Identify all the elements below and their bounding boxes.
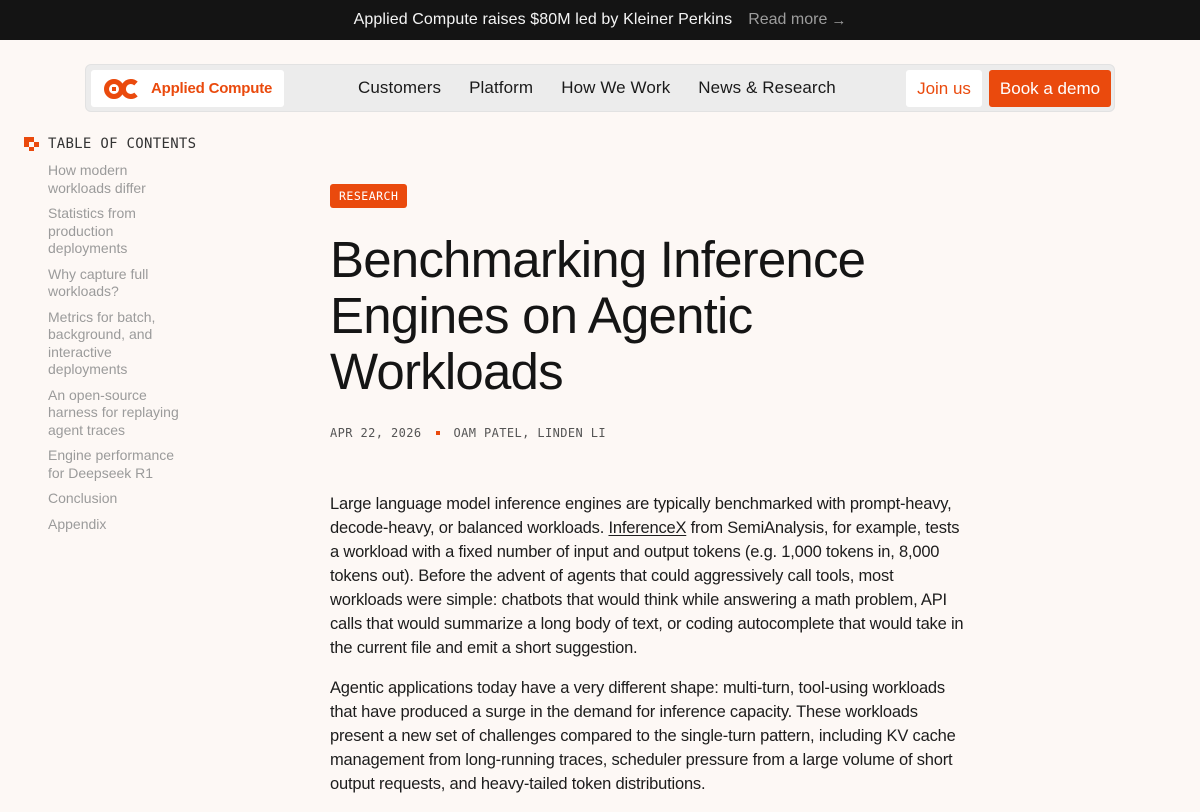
toc-title: TABLE OF CONTENTS bbox=[48, 136, 197, 152]
toc-item-modern-workloads[interactable]: How modern workloads differ bbox=[48, 162, 184, 197]
toc-list: How modern workloads differ Statistics f… bbox=[24, 162, 184, 533]
category-badge: RESEARCH bbox=[330, 184, 408, 208]
toc-item-conclusion[interactable]: Conclusion bbox=[48, 490, 184, 508]
nav-link-customers[interactable]: Customers bbox=[358, 78, 441, 98]
toc-header: TABLE OF CONTENTS bbox=[24, 136, 224, 152]
meta-separator bbox=[435, 431, 440, 435]
toc-item-harness[interactable]: An open-source harness for replaying age… bbox=[48, 387, 184, 440]
article-meta: APR 22, 2026 OAM PATEL, LINDEN LI bbox=[330, 426, 970, 440]
article: RESEARCH Benchmarking Inference Engines … bbox=[330, 184, 970, 812]
read-more-label: Read more bbox=[748, 11, 828, 28]
top-nav: Applied Compute Customers Platform How W… bbox=[85, 64, 1115, 112]
paragraph: Large language model inference engines a… bbox=[330, 492, 970, 660]
article-date: APR 22, 2026 bbox=[330, 426, 422, 440]
arrow-right-icon: → bbox=[831, 11, 847, 29]
announcement-message: Applied Compute raises $80M led by Klein… bbox=[353, 11, 733, 28]
applied-compute-logo-icon bbox=[104, 78, 138, 99]
nav-link-news-research[interactable]: News & Research bbox=[698, 78, 836, 98]
article-authors: OAM PATEL, LINDEN LI bbox=[453, 426, 606, 440]
logo-text: Applied Compute bbox=[151, 80, 273, 97]
toc-pixel-icon bbox=[24, 137, 39, 151]
toc-item-metrics[interactable]: Metrics for batch, background, and inter… bbox=[48, 309, 184, 379]
paragraph-text-end: from SemiAnalysis, for example, tests a … bbox=[330, 519, 964, 657]
article-body: Large language model inference engines a… bbox=[330, 492, 970, 796]
book-demo-button[interactable]: Book a demo bbox=[989, 70, 1111, 107]
logo-link[interactable]: Applied Compute bbox=[91, 70, 284, 107]
read-more-link[interactable]: Read more → bbox=[748, 11, 846, 29]
announcement-bar: Applied Compute raises $80M led by Klein… bbox=[0, 0, 1200, 40]
inferencex-link[interactable]: InferenceX bbox=[608, 519, 686, 537]
nav-link-platform[interactable]: Platform bbox=[469, 78, 533, 98]
toc-item-why-capture[interactable]: Why capture full workloads? bbox=[48, 266, 184, 301]
toc-item-statistics[interactable]: Statistics from production deployments bbox=[48, 205, 184, 258]
toc-item-appendix[interactable]: Appendix bbox=[48, 516, 184, 534]
table-of-contents: TABLE OF CONTENTS How modern workloads d… bbox=[24, 136, 224, 541]
join-us-button[interactable]: Join us bbox=[906, 70, 982, 107]
nav-link-how-we-work[interactable]: How We Work bbox=[561, 78, 670, 98]
toc-item-engine-performance[interactable]: Engine performance for Deepseek R1 bbox=[48, 447, 184, 482]
nav-links: Customers Platform How We Work News & Re… bbox=[358, 65, 836, 111]
article-title: Benchmarking Inference Engines on Agenti… bbox=[330, 231, 866, 400]
paragraph: Agentic applications today have a very d… bbox=[330, 679, 956, 793]
